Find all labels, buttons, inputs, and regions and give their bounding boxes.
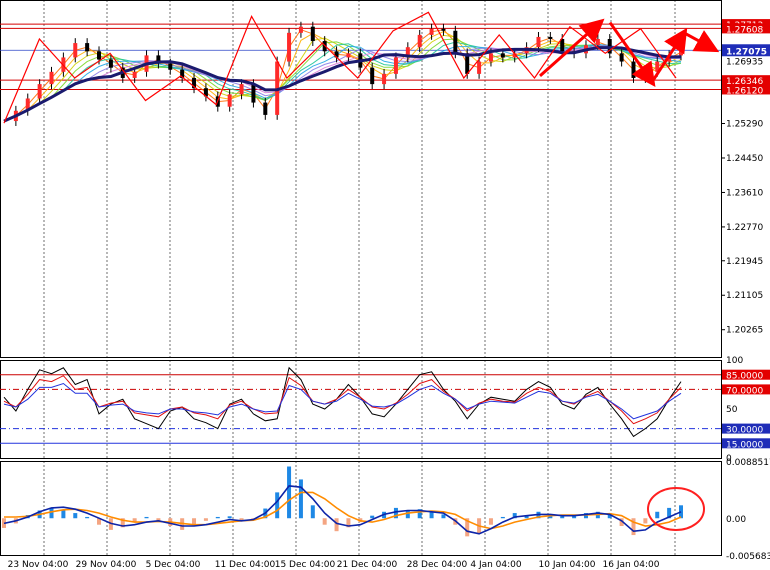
histogram-bar <box>441 514 446 519</box>
candle-body <box>346 53 351 58</box>
candle-body <box>536 36 541 48</box>
candle-body <box>298 26 303 33</box>
rsi-level-label: 15.0000 <box>726 440 763 450</box>
time-label: 10 Jan 04:00 <box>539 560 596 570</box>
price-tick-label: 1.23610 <box>726 188 763 198</box>
rsi-level-label: 30.0000 <box>726 426 763 436</box>
histogram-bar <box>49 507 54 519</box>
candle-body <box>619 53 624 62</box>
time-label: 11 Dec 04:00 <box>215 560 276 570</box>
time-label: 23 Nov 04:00 <box>8 560 69 570</box>
level-price-label: 1.26120 <box>726 86 763 96</box>
trading-chart: 1.25290 1.24450 1.23610 1.22770 1.21945 1.211… <box>0 0 770 570</box>
panel-frames <box>0 0 722 556</box>
histogram-bar <box>61 510 66 519</box>
histogram-bar <box>560 516 565 519</box>
candle-body <box>108 59 113 68</box>
price-tick-label: 1.22770 <box>726 223 763 233</box>
oscillator-frame <box>0 461 722 556</box>
candle-body <box>73 43 78 58</box>
candle-body <box>310 26 315 42</box>
candle-body <box>393 57 398 74</box>
histogram-bar <box>203 518 208 521</box>
candle-body <box>679 49 683 56</box>
rsi-tick-label: 50 <box>726 405 738 415</box>
histogram-bar <box>488 518 493 525</box>
secondary-price-label: 1.26935 <box>726 57 763 67</box>
candle-body <box>49 71 54 85</box>
candle-body <box>631 61 636 78</box>
current-price-label: 1.27075 <box>726 47 767 57</box>
time-label: 4 Jan 04:00 <box>470 560 522 570</box>
candle-body <box>488 53 493 62</box>
candle-body <box>37 84 42 99</box>
rsi-axis: 10050085.000070.000030.000015.0000 <box>722 356 770 464</box>
rsi-tick-label: 100 <box>726 356 743 366</box>
histogram-bar <box>310 505 315 519</box>
candle-body <box>429 28 434 35</box>
histogram-bar <box>405 510 410 519</box>
oscillator-tick-label: 0.00 <box>726 515 746 525</box>
time-label: 5 Dec 04:00 <box>146 560 201 570</box>
histogram-bar <box>370 515 375 519</box>
histogram-bar <box>334 518 339 532</box>
candle-body <box>239 84 244 95</box>
histogram-bar <box>144 516 149 519</box>
histogram-bar <box>298 479 303 519</box>
price-tick-label: 1.20265 <box>726 326 763 336</box>
histogram-bar <box>73 513 78 519</box>
candle-body <box>417 34 422 48</box>
candle-body <box>441 28 446 31</box>
candle-body <box>251 84 256 103</box>
candle-body <box>453 30 458 54</box>
time-label: 21 Dec 04:00 <box>337 560 398 570</box>
histogram-bar <box>85 516 90 519</box>
candle-body <box>477 61 482 74</box>
price-tick-label: 1.21105 <box>726 291 763 301</box>
histogram-bar <box>287 466 292 519</box>
price-tick-label: 1.21945 <box>726 257 763 267</box>
rsi-level-label: 85.0000 <box>726 372 763 382</box>
oscillator-axis: 0.0088517 0.00 -0.005683 <box>726 458 770 562</box>
histogram-bar <box>500 516 505 519</box>
oscillator-tick-label: -0.005683 <box>726 552 770 562</box>
time-axis: 23 Nov 04:00 29 Nov 04:00 5 Dec 04:00 11 De… <box>8 560 660 570</box>
histogram-bar <box>215 516 220 519</box>
level-price-label: 1.27608 <box>726 25 763 35</box>
rsi-level-label: 70.0000 <box>726 386 763 396</box>
histogram-bar <box>275 492 280 519</box>
candle-body <box>287 32 292 62</box>
histogram-bar <box>655 511 660 519</box>
candle-body <box>382 73 387 85</box>
candle-body <box>548 36 553 39</box>
price-axis: 1.25290 1.24450 1.23610 1.22770 1.21945 1.211… <box>721 19 770 336</box>
candle-body <box>227 94 232 107</box>
histogram-bar <box>192 518 197 525</box>
time-label: 28 Dec 04:00 <box>407 560 468 570</box>
candle-body <box>97 51 102 60</box>
price-tick-label: 1.25290 <box>726 120 763 130</box>
histogram-bar <box>227 516 232 519</box>
candle-body <box>85 43 90 52</box>
time-label: 15 Dec 04:00 <box>275 560 336 570</box>
time-label: 16 Jan 04:00 <box>603 560 660 570</box>
oscillator-tick-label: 0.0088517 <box>726 458 770 468</box>
candle-body <box>263 102 268 115</box>
candle-body <box>595 38 600 46</box>
candle-body <box>500 53 505 58</box>
time-label: 29 Nov 04:00 <box>76 560 137 570</box>
histogram-bar <box>322 518 327 525</box>
candle-body <box>132 71 137 78</box>
price-tick-label: 1.24450 <box>726 154 763 164</box>
candle-body <box>168 63 173 70</box>
candle-body <box>370 67 375 85</box>
histogram-bar <box>643 518 648 524</box>
